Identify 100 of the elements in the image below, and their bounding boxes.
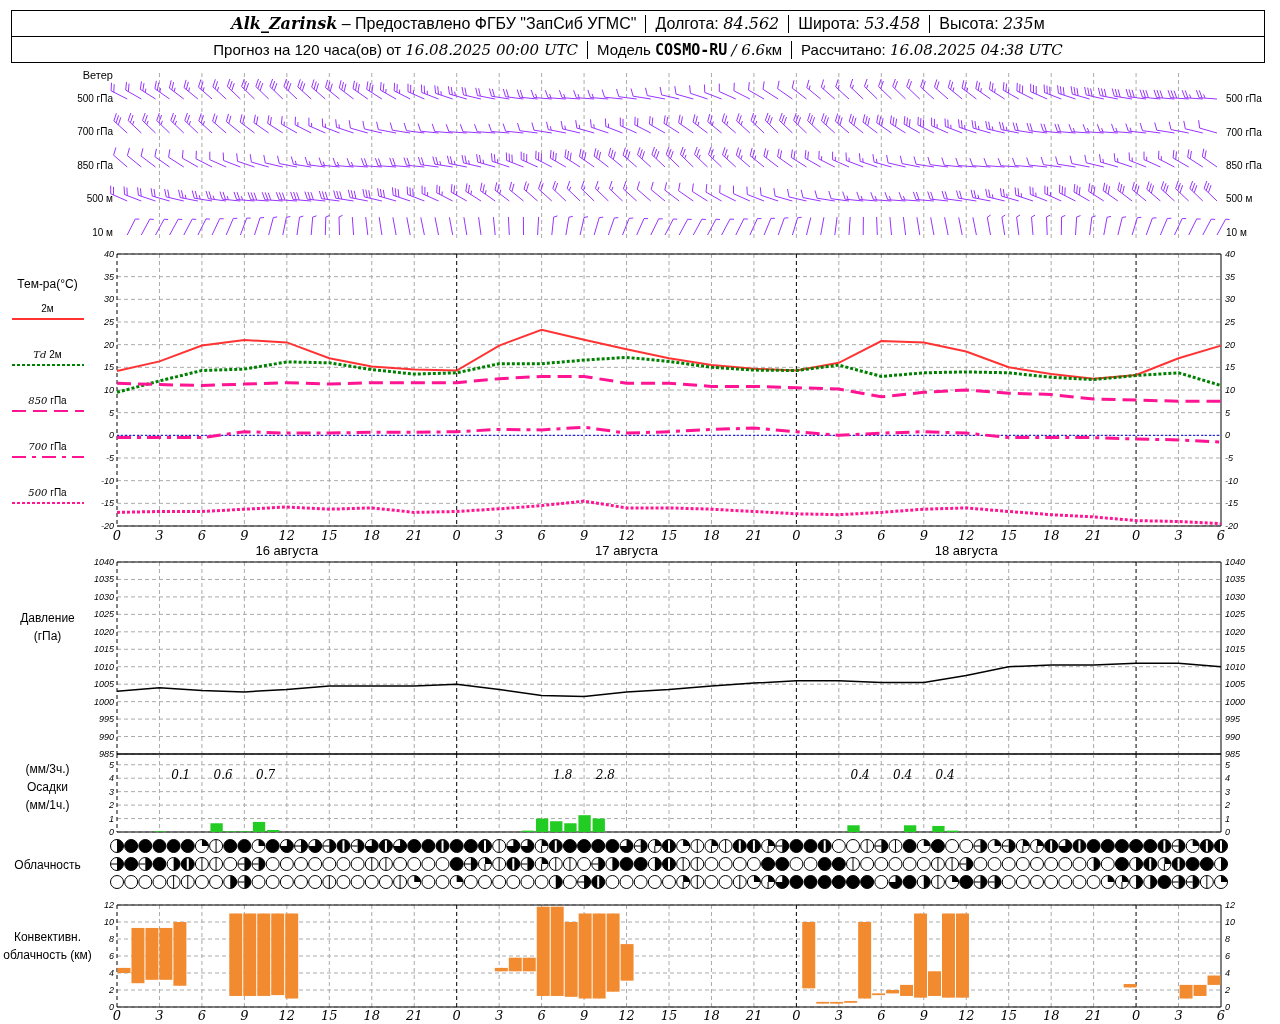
axis-tick-label: 21 xyxy=(745,528,763,543)
axis-tick-label: 15 xyxy=(321,1008,338,1023)
axis-tick-label: 6 xyxy=(197,1008,207,1023)
axis-tick-label: 3 xyxy=(834,528,843,543)
date-label: 16 августа xyxy=(255,543,319,558)
axis-tick-label: 15 xyxy=(321,528,338,543)
axis-tick-label: 0 xyxy=(1225,1002,1230,1012)
axis-tick-label: 3 xyxy=(495,1008,504,1023)
precipitation-total: 2.8 xyxy=(595,768,615,782)
axis-tick-label: 0 xyxy=(452,528,461,543)
axis-tick-label: 1030 xyxy=(93,591,114,602)
axis-tick-label: 2 xyxy=(109,800,114,811)
axis-tick-label: 18 xyxy=(363,528,381,543)
precipitation-total: 0.4 xyxy=(893,768,913,782)
axis-tick-label: 40 xyxy=(104,249,114,259)
axis-tick-label: 5 xyxy=(1225,759,1230,770)
header-text: Высота: 235м xyxy=(939,14,1045,33)
axis-tick-label: 0 xyxy=(109,430,114,441)
axis-title: (мм/3ч.) xyxy=(24,761,71,778)
axis-title: Конвективн. облачность (км) xyxy=(2,929,93,964)
legend-label: 500 гПа xyxy=(28,487,67,498)
header-text: Долгота: 84.562 xyxy=(655,14,780,33)
header-text: Модель COSMO-RU / 6.6км xyxy=(597,40,783,59)
axis-tick-label: -20 xyxy=(101,521,114,531)
axis-tick-label: 25 xyxy=(1225,317,1235,327)
axis-tick-label: 15 xyxy=(104,362,114,373)
level-label: 10 м xyxy=(1226,226,1247,238)
axis-tick-label: -10 xyxy=(1225,475,1238,486)
level-label: 500 гПа xyxy=(77,93,113,104)
axis-tick-label: 1000 xyxy=(93,696,114,707)
precipitation-total: 0.4 xyxy=(850,768,870,782)
axis-tick-label: 21 xyxy=(1085,528,1102,543)
axis-tick-label: 10 xyxy=(104,917,114,927)
date-label: 18 августа xyxy=(934,543,998,558)
axis-title: Тем-ра(°C) xyxy=(16,276,79,293)
axis-tick-label: 3 xyxy=(1174,528,1183,543)
axis-tick-label: -5 xyxy=(1225,453,1233,463)
axis-tick-label: 21 xyxy=(745,1008,763,1023)
axis-tick-label: 3 xyxy=(834,1008,843,1023)
axis-tick-label: 0 xyxy=(112,528,122,543)
level-label: 500 гПа xyxy=(1226,93,1262,105)
axis-tick-label: 6 xyxy=(1216,528,1226,543)
axis-tick-label: 0 xyxy=(109,827,114,837)
precipitation-total: 0.4 xyxy=(935,768,955,782)
axis-tick-label: 21 xyxy=(405,528,423,543)
axis-title: (мм/1ч.) xyxy=(24,797,71,814)
axis-tick-label: 8 xyxy=(109,934,114,944)
level-label: 700 гПа xyxy=(1226,126,1262,138)
axis-tick-label: 35 xyxy=(1225,271,1235,282)
axis-tick-label: 6 xyxy=(197,528,207,543)
axis-tick-label: 18 xyxy=(703,528,720,543)
axis-tick-label: 995 xyxy=(1225,714,1241,725)
axis-tick-label: 1025 xyxy=(1225,609,1246,620)
axis-tick-label: 3 xyxy=(109,786,114,797)
axis-tick-label: 0 xyxy=(1225,430,1230,441)
axis-tick-label: -15 xyxy=(101,498,114,509)
axis-tick-label: -20 xyxy=(1225,521,1238,531)
axis-title: Осадки xyxy=(26,779,69,796)
axis-tick-label: 10 xyxy=(1225,917,1235,927)
axis-tick-label: -10 xyxy=(101,475,114,486)
axis-tick-label: 18 xyxy=(363,1008,381,1023)
axis-tick-label: 985 xyxy=(1225,749,1241,759)
header-text: Рассчитано: 16.08.2025 04:38 UTC xyxy=(801,40,1063,59)
axis-tick-label: 12 xyxy=(618,528,635,543)
axis-tick-label: 12 xyxy=(618,1008,635,1023)
axis-tick-label: 0 xyxy=(792,1008,801,1023)
axis-tick-label: 12 xyxy=(278,1008,296,1023)
axis-tick-label: 12 xyxy=(957,528,975,543)
axis-tick-label: 985 xyxy=(98,749,114,759)
axis-tick-label: -5 xyxy=(106,453,114,463)
axis-tick-label: 12 xyxy=(957,1008,975,1023)
axis-title: Давление (гПа) xyxy=(19,610,76,645)
axis-tick-label: 4 xyxy=(1225,773,1230,784)
axis-tick-label: 1040 xyxy=(93,557,114,567)
axis-tick-label: 20 xyxy=(1225,339,1235,350)
legend-label: 850 гПа xyxy=(28,395,67,406)
legend-label: 2м xyxy=(41,303,54,314)
axis-tick-label: 6 xyxy=(537,528,546,543)
level-label: 850 гПа xyxy=(77,159,113,171)
axis-tick-label: 0 xyxy=(1225,827,1230,837)
axis-tick-label: 0 xyxy=(792,528,801,543)
precipitation-total: 1.8 xyxy=(553,768,573,782)
axis-tick-label: 1030 xyxy=(1225,591,1246,602)
axis-tick-label: 12 xyxy=(278,528,296,543)
axis-tick-label: 1025 xyxy=(93,609,114,620)
axis-tick-label: 25 xyxy=(104,317,114,327)
axis-tick-label: 15 xyxy=(1225,362,1235,373)
axis-tick-label: 0 xyxy=(452,1008,461,1023)
axis-tick-label: 1 xyxy=(109,813,114,824)
axis-tick-label: 4 xyxy=(1225,968,1230,978)
axis-tick-label: 2 xyxy=(1225,800,1230,811)
axis-tick-label: 9 xyxy=(240,1008,249,1023)
axis-tick-label: 1005 xyxy=(1225,679,1246,690)
axis-tick-label: 1015 xyxy=(93,644,114,655)
axis-title: Облачность xyxy=(13,857,82,874)
axis-tick-label: 2 xyxy=(109,985,114,995)
legend-label: Td 2м xyxy=(33,349,62,360)
axis-tick-label: 5 xyxy=(109,407,114,418)
axis-tick-label: 9 xyxy=(579,1008,589,1023)
precipitation-total: 0.7 xyxy=(256,768,276,782)
